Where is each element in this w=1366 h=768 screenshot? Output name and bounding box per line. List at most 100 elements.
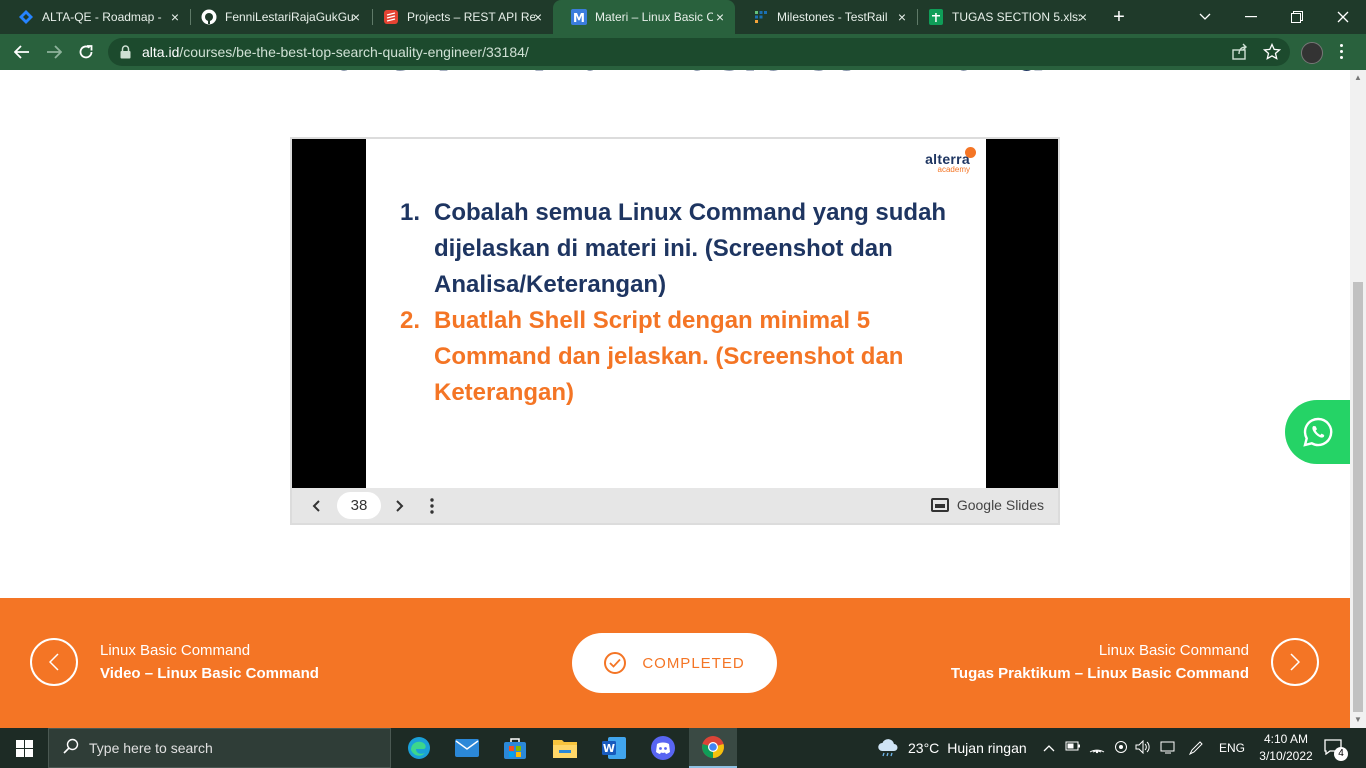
- slides-icon: [930, 498, 949, 512]
- tab-title: TUGAS SECTION 5.xlsx: [952, 10, 1080, 24]
- scroll-down-arrow-icon[interactable]: ▼: [1354, 716, 1362, 724]
- testrail-icon: [753, 9, 769, 25]
- alta-m-icon: M: [571, 9, 587, 25]
- sheets-icon: [928, 9, 944, 25]
- address-bar[interactable]: alta.id/courses/be-the-best-top-search-q…: [108, 38, 1290, 66]
- tab-materi-linux[interactable]: M Materi – Linux Basic C ×: [553, 0, 735, 34]
- google-slides-embed[interactable]: alterra academy 1. Cobalah semua Linux C…: [290, 137, 1060, 525]
- pen-icon[interactable]: [1188, 740, 1204, 756]
- edge-app-icon[interactable]: [395, 728, 443, 768]
- wifi-icon[interactable]: [1089, 740, 1105, 756]
- notification-badge: 4: [1334, 747, 1348, 761]
- language-indicator[interactable]: ENG: [1219, 741, 1245, 755]
- lock-icon[interactable]: [120, 45, 131, 64]
- minimize-icon[interactable]: [1228, 0, 1274, 34]
- system-clock[interactable]: 4:10 AM 3/10/2022: [1256, 731, 1316, 765]
- tab-testrail-milestones[interactable]: Milestones - TestRail ×: [735, 0, 917, 34]
- restore-icon[interactable]: [1274, 0, 1320, 34]
- new-tab-icon[interactable]: +: [1108, 6, 1130, 28]
- forward-arrow-icon[interactable]: [40, 38, 68, 66]
- word-app-icon[interactable]: W: [590, 728, 638, 768]
- location-icon[interactable]: [1113, 740, 1129, 756]
- slide-page-number[interactable]: 38: [337, 492, 381, 519]
- share-icon[interactable]: [1231, 43, 1249, 61]
- next-slide-icon[interactable]: [389, 495, 411, 517]
- weather-temperature: 23°C: [908, 740, 940, 756]
- tab-title: FenniLestariRajaGukGu: [225, 10, 353, 24]
- scroll-thumb[interactable]: [1353, 282, 1363, 712]
- next-lesson-label[interactable]: Linux Basic Command: [1099, 642, 1249, 659]
- tab-tugas-section5[interactable]: TUGAS SECTION 5.xlsx ×: [910, 0, 1098, 34]
- tab-todoist-projects[interactable]: Projects – REST API Re ×: [365, 0, 553, 34]
- completed-button[interactable]: COMPLETED: [572, 633, 777, 693]
- close-window-icon[interactable]: [1320, 0, 1366, 34]
- whatsapp-button[interactable]: [1285, 400, 1350, 464]
- chevron-left-icon: [49, 653, 59, 671]
- battery-icon[interactable]: [1065, 740, 1081, 756]
- bookmark-star-icon[interactable]: [1262, 42, 1282, 61]
- slide-item-2: 2. Buatlah Shell Script dengan minimal 5…: [400, 303, 960, 411]
- chrome-app-icon[interactable]: [689, 728, 737, 768]
- item-number: 2.: [400, 307, 421, 334]
- tab-title: Projects – REST API Re: [407, 10, 535, 24]
- item-text: Cobalah semua Linux Command yang sudah d…: [434, 199, 947, 298]
- display-icon[interactable]: [1160, 740, 1176, 756]
- start-button[interactable]: [0, 728, 48, 768]
- browser-menu-icon[interactable]: [1340, 44, 1344, 62]
- tab-title: Milestones - TestRail: [777, 10, 888, 24]
- chevron-up-icon[interactable]: [1041, 740, 1057, 756]
- lesson-navigation-bar: Linux Basic Command Video – Linux Basic …: [0, 598, 1350, 728]
- completed-label: COMPLETED: [642, 654, 745, 672]
- more-options-icon[interactable]: [421, 495, 443, 517]
- alterra-logo: alterra academy: [925, 147, 976, 174]
- search-placeholder: Type here to search: [89, 740, 213, 756]
- reload-icon[interactable]: [72, 38, 100, 66]
- svg-text:M: M: [573, 11, 585, 25]
- previous-lesson-button[interactable]: [30, 638, 78, 686]
- close-tab-icon[interactable]: ×: [168, 10, 182, 24]
- close-tab-icon[interactable]: ×: [349, 10, 363, 24]
- url-path: /courses/be-the-best-top-search-quality-…: [179, 44, 529, 60]
- item-text: Buatlah Shell Script dengan minimal 5 Co…: [434, 307, 904, 406]
- windows-logo-icon: [15, 739, 33, 757]
- url-domain: alta.id: [142, 44, 180, 60]
- mail-app-icon[interactable]: [443, 728, 491, 768]
- taskbar-search[interactable]: Type here to search: [48, 728, 391, 768]
- github-icon: [201, 9, 217, 25]
- notification-center-icon[interactable]: 4: [1324, 739, 1348, 761]
- speaker-icon[interactable]: [1135, 739, 1151, 756]
- next-lesson-button[interactable]: [1271, 638, 1319, 686]
- close-tab-icon[interactable]: ×: [713, 10, 727, 24]
- google-slides-link[interactable]: Google Slides: [930, 497, 1044, 513]
- close-tab-icon[interactable]: ×: [1076, 10, 1090, 24]
- tab-search-chevron-icon[interactable]: [1182, 0, 1228, 34]
- close-tab-icon[interactable]: ×: [531, 10, 545, 24]
- file-explorer-icon[interactable]: [541, 728, 589, 768]
- previous-lesson-label[interactable]: Linux Basic Command: [100, 642, 250, 659]
- cloud-rain-icon: [878, 739, 898, 757]
- profile-avatar[interactable]: [1301, 42, 1323, 64]
- scroll-up-arrow-icon[interactable]: ▲: [1354, 74, 1362, 82]
- chevron-right-icon: [1290, 653, 1300, 671]
- page-scrollbar[interactable]: ▲ ▼: [1350, 70, 1366, 728]
- windows-taskbar: Type here to search W 23°C Hujan ringan: [0, 728, 1366, 768]
- discord-app-icon[interactable]: [639, 728, 687, 768]
- previous-slide-icon[interactable]: [305, 495, 327, 517]
- tab-github[interactable]: FenniLestariRajaGukGu ×: [183, 0, 371, 34]
- provider-label: Google Slides: [956, 497, 1044, 513]
- url-text: alta.id/courses/be-the-best-top-search-q…: [142, 44, 529, 60]
- tab-title: Materi – Linux Basic C: [595, 10, 713, 24]
- page-content: Materi – Linux Basic Command alterra aca…: [0, 70, 1350, 728]
- check-circle-icon: [604, 652, 627, 674]
- back-arrow-icon[interactable]: [8, 38, 36, 66]
- close-tab-icon[interactable]: ×: [895, 10, 909, 24]
- weather-widget[interactable]: 23°C Hujan ringan: [876, 728, 1027, 768]
- tab-alta-qe-roadmap[interactable]: ALTA-QE - Roadmap - ×: [0, 0, 190, 34]
- slide: alterra academy 1. Cobalah semua Linux C…: [366, 139, 986, 488]
- item-number: 1.: [400, 199, 421, 226]
- browser-toolbar: alta.id/courses/be-the-best-top-search-q…: [0, 34, 1366, 70]
- next-lesson-title[interactable]: Tugas Praktikum – Linux Basic Command: [951, 665, 1249, 682]
- browser-tab-strip: ALTA-QE - Roadmap - × FenniLestariRajaGu…: [0, 0, 1366, 34]
- store-app-icon[interactable]: [491, 728, 539, 768]
- previous-lesson-title[interactable]: Video – Linux Basic Command: [100, 665, 319, 682]
